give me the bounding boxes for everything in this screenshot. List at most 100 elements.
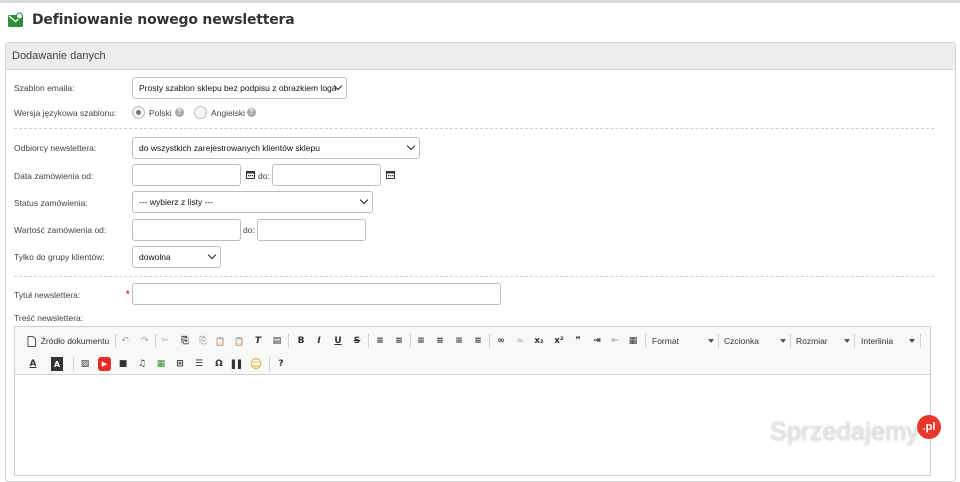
order-value-label: Wartość zamówienia od: — [14, 225, 107, 235]
help-icon[interactable]: ? — [275, 357, 287, 371]
horizontal-line-icon[interactable]: ☰ — [193, 357, 205, 371]
watermark-text: Sprzedajemy — [770, 418, 920, 446]
top-border — [0, 0, 960, 3]
size-dropdown[interactable]: Rozmiar — [796, 334, 850, 348]
strikethrough-icon[interactable]: S — [351, 334, 363, 348]
watermark-badge: .pl — [917, 415, 941, 439]
newsletter-content-label: Treść newslettera: — [14, 313, 84, 323]
font-dropdown[interactable]: Czcionka — [724, 334, 786, 348]
line-height-dropdown-label: Interlinia — [861, 336, 894, 346]
customer-group-label: Tylko do grupy klientów: — [14, 252, 105, 262]
smiley-icon[interactable]: ☺ — [250, 357, 263, 371]
text-color-icon[interactable]: A — [27, 357, 39, 371]
toolbar-separator — [920, 334, 921, 348]
toolbar-separator — [854, 334, 855, 348]
order-date-label: Data zamówienia od: — [14, 171, 94, 181]
radio-angielski-label: Angielski — [211, 108, 246, 118]
order-status-label: Status zamówienia: — [14, 198, 88, 208]
toolbar-separator — [489, 334, 490, 348]
size-dropdown-label: Rozmiar — [796, 336, 828, 346]
table-icon[interactable]: ⊞ — [174, 357, 186, 371]
align-right-icon[interactable]: ≡ — [453, 334, 465, 348]
italic-icon[interactable]: I — [313, 334, 325, 348]
toolbar-separator — [288, 334, 289, 348]
order-value-from-input[interactable] — [132, 219, 241, 241]
template-label: Szablon emaila: — [14, 83, 75, 93]
caret-down-icon — [708, 339, 714, 343]
redo-icon[interactable]: ↷ — [139, 334, 151, 348]
show-blocks-icon[interactable]: ▦ — [627, 334, 639, 348]
toolbar-separator — [718, 334, 719, 348]
subscript-icon[interactable]: x₂ — [532, 334, 546, 348]
newsletter-icon — [8, 12, 23, 27]
toolbar-separator — [790, 334, 791, 348]
rich-text-editor[interactable]: Źródło dokumentu ↶ ↷ ✂ ⎘ ⎘ 📋 📋 T ▤ B I U… — [14, 326, 931, 476]
toolbar-separator — [269, 357, 270, 371]
superscript-icon[interactable]: x² — [552, 334, 566, 348]
video-icon[interactable]: ■ — [117, 357, 129, 371]
caret-down-icon — [844, 339, 850, 343]
image-icon[interactable]: ▨ — [79, 357, 91, 371]
divider — [14, 276, 934, 277]
help-icon[interactable]: ? — [247, 108, 256, 117]
outdent-icon[interactable]: ⇤ — [609, 334, 621, 348]
customer-group-select[interactable]: dowolna — [132, 246, 221, 268]
bullet-list-icon[interactable]: ≡ — [393, 334, 405, 348]
toolbar-separator — [645, 334, 646, 348]
page-header: Definiowanie nowego newslettera — [7, 9, 295, 31]
order-status-select[interactable]: --- wybierz z listy --- — [132, 191, 373, 213]
audio-icon[interactable]: ♫ — [136, 357, 148, 371]
clear-format-icon[interactable]: T — [252, 334, 264, 348]
background-color-icon[interactable]: A — [51, 357, 63, 371]
unlink-icon[interactable]: ∞ — [514, 334, 526, 348]
divider — [14, 128, 934, 129]
panel-title: Dodawanie danych — [6, 43, 955, 70]
format-dropdown-label: Format — [652, 336, 679, 346]
required-mark: * — [126, 289, 130, 299]
undo-icon[interactable]: ↶ — [119, 334, 131, 348]
blockquote-icon[interactable]: ❞ — [572, 334, 584, 348]
align-left-icon[interactable]: ≡ — [415, 334, 427, 348]
special-character-icon[interactable]: Ω — [213, 357, 225, 371]
chevron-down-icon — [406, 141, 416, 151]
media-gallery-icon[interactable]: ▦ — [155, 357, 167, 371]
newsletter-title-input[interactable] — [132, 283, 501, 305]
toolbar-separator — [155, 334, 156, 348]
indent-icon[interactable]: ⇥ — [591, 334, 603, 348]
templates-icon[interactable]: ▤ — [271, 334, 283, 348]
calendar-icon[interactable] — [246, 170, 255, 179]
bold-icon[interactable]: B — [295, 334, 307, 348]
align-center-icon[interactable]: ≡ — [434, 334, 446, 348]
order-status-select-value: --- wybierz z listy --- — [139, 197, 214, 207]
order-value-to-label: do: — [243, 225, 255, 235]
paste-icon[interactable]: 📋 — [214, 334, 226, 348]
radio-angielski[interactable] — [194, 106, 207, 119]
calendar-icon[interactable] — [386, 170, 395, 179]
radio-polski-label: Polski — [149, 108, 172, 118]
order-date-from-input[interactable] — [132, 164, 241, 186]
copy-icon[interactable]: ⎘ — [197, 334, 209, 348]
cut-icon[interactable]: ✂ — [159, 334, 171, 348]
paste-from-word-icon[interactable]: 📋 — [233, 334, 245, 348]
page-break-icon[interactable]: ▌▌ — [231, 357, 245, 371]
underline-icon[interactable]: U — [332, 334, 344, 348]
toolbar-separator — [368, 334, 369, 348]
link-icon[interactable]: ∞ — [495, 334, 507, 348]
justify-icon[interactable]: ≡ — [472, 334, 484, 348]
template-select[interactable]: Prosty szablon sklepu bez podpisu z obra… — [132, 77, 347, 99]
source-document-button[interactable]: Źródło dokumentu — [38, 334, 112, 348]
toolbar-separator — [410, 334, 411, 348]
radio-polski[interactable] — [132, 106, 145, 119]
numbered-list-icon[interactable]: ≡ — [374, 334, 386, 348]
paste-text-icon[interactable]: ⎘ — [179, 334, 191, 348]
editor-toolbar: Źródło dokumentu ↶ ↷ ✂ ⎘ ⎘ 📋 📋 T ▤ B I U… — [15, 327, 930, 375]
recipients-select-value: do wszystkich zarejestrowanych klientów … — [139, 143, 320, 153]
youtube-icon[interactable]: ▶ — [98, 357, 111, 371]
order-date-to-input[interactable] — [272, 164, 381, 186]
recipients-select[interactable]: do wszystkich zarejestrowanych klientów … — [132, 137, 420, 159]
line-height-dropdown[interactable]: Interlinia — [861, 334, 915, 348]
help-icon[interactable]: ? — [175, 108, 184, 117]
order-value-to-input[interactable] — [257, 219, 366, 241]
format-dropdown[interactable]: Format — [652, 334, 714, 348]
recipients-label: Odbiorcy newslettera: — [14, 143, 97, 153]
